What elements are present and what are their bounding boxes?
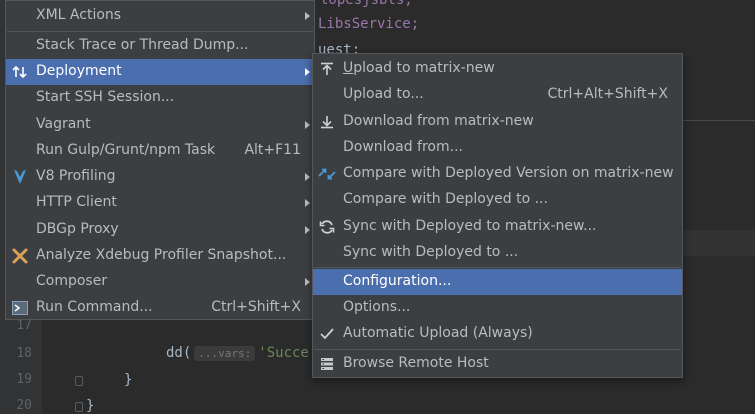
fold-marker-icon[interactable]	[75, 402, 83, 412]
menu-item-sync-deployed-to[interactable]: Sync with Deployed to ...	[313, 240, 682, 266]
submenu-arrow-icon	[305, 68, 310, 76]
divider	[683, 120, 755, 121]
shortcut-label: Ctrl+Shift+X	[211, 299, 301, 315]
submenu-arrow-icon	[305, 226, 310, 234]
code-line-20: }	[86, 398, 95, 414]
menu-item-compare-deployed-matrix-new[interactable]: Compare with Deployed Version on matrix-…	[313, 161, 682, 187]
terminal-icon	[11, 300, 29, 316]
line-number: 18	[16, 346, 32, 361]
menu-item-upload-to[interactable]: Upload to... Ctrl+Alt+Shift+X	[313, 82, 682, 108]
menu-item-dbgp-proxy[interactable]: DBGp Proxy	[6, 217, 314, 243]
submenu-arrow-icon	[305, 278, 310, 286]
menu-item-upload-to-matrix-new[interactable]: Upload to matrix-new	[313, 56, 682, 82]
menu-item-configuration[interactable]: Configuration...	[313, 269, 682, 295]
menu-item-run-gulp[interactable]: Run Gulp/Grunt/npm Task Alt+F11	[6, 138, 314, 164]
line-number: 19	[16, 372, 32, 387]
parameter-hint: ...vars:	[194, 346, 256, 361]
sync-icon	[318, 219, 336, 235]
remote-host-icon	[318, 356, 336, 372]
caret-line-highlight	[683, 230, 755, 256]
checkmark-icon	[318, 326, 336, 342]
code-fragment: lopesjsbts,	[320, 0, 413, 8]
upload-icon	[318, 61, 336, 77]
menu-separator	[7, 31, 313, 32]
v8-profiling-icon	[11, 169, 29, 185]
tools-menu: XML Actions Stack Trace or Thread Dump..…	[5, 0, 315, 320]
menu-item-analyze-xdebug[interactable]: Analyze Xdebug Profiler Snapshot...	[6, 243, 314, 269]
shortcut-label: Ctrl+Alt+Shift+X	[547, 86, 668, 102]
menu-item-composer[interactable]: Composer	[6, 269, 314, 295]
submenu-arrow-icon	[305, 199, 310, 207]
menu-item-automatic-upload[interactable]: Automatic Upload (Always)	[313, 321, 682, 347]
code-line-18: dd(...vars: 'Succe	[166, 345, 309, 361]
menu-separator	[314, 349, 681, 350]
menu-item-deployment[interactable]: Deployment	[6, 59, 314, 85]
download-icon	[318, 114, 336, 130]
menu-item-options[interactable]: Options...	[313, 295, 682, 321]
menu-item-start-ssh[interactable]: Start SSH Session...	[6, 85, 314, 111]
submenu-arrow-icon	[305, 12, 310, 20]
code-fragment: LibsService;	[318, 16, 420, 32]
deployment-submenu: Upload to matrix-new Upload to... Ctrl+Al…	[312, 53, 683, 378]
submenu-arrow-icon	[305, 121, 310, 129]
code-line-19: }	[124, 372, 133, 388]
menu-separator	[314, 267, 681, 268]
menu-item-stack-trace[interactable]: Stack Trace or Thread Dump...	[6, 33, 314, 59]
deployment-icon	[11, 64, 29, 80]
menu-item-download-from[interactable]: Download from...	[313, 135, 682, 161]
menu-item-run-command[interactable]: Run Command... Ctrl+Shift+X	[6, 295, 314, 321]
menu-item-http-client[interactable]: HTTP Client	[6, 190, 314, 216]
shortcut-label: Alt+F11	[244, 142, 301, 158]
menu-item-download-from-matrix-new[interactable]: Download from matrix-new	[313, 109, 682, 135]
xdebug-icon	[11, 248, 29, 264]
menu-item-browse-remote-host[interactable]: Browse Remote Host	[313, 351, 682, 377]
compare-icon	[318, 166, 336, 182]
menu-item-xml-actions[interactable]: XML Actions	[6, 3, 314, 29]
menu-item-compare-deployed-to[interactable]: Compare with Deployed to ...	[313, 187, 682, 213]
menu-item-vagrant[interactable]: Vagrant	[6, 112, 314, 138]
submenu-arrow-icon	[305, 173, 310, 181]
fold-marker-icon[interactable]	[75, 376, 83, 386]
line-number: 20	[16, 398, 32, 413]
menu-item-v8-profiling[interactable]: V8 Profiling	[6, 164, 314, 190]
menu-item-sync-deployed-matrix-new[interactable]: Sync with Deployed to matrix-new...	[313, 214, 682, 240]
